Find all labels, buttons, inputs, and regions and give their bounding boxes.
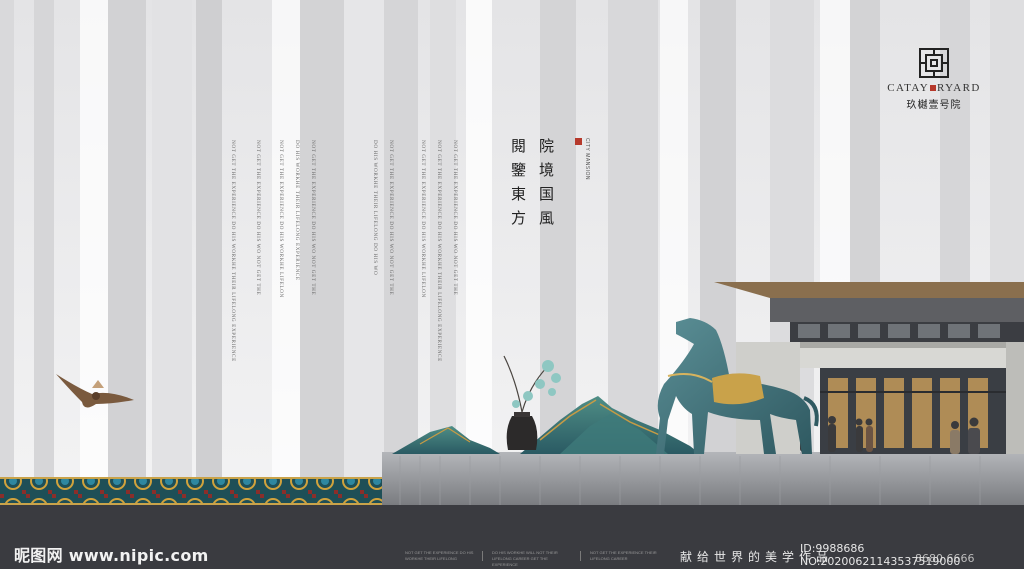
brand-logo: CATAY RYARD 玖樾壹号院 — [878, 48, 990, 111]
brand-name-en: CATAY RYARD — [887, 82, 981, 94]
pattern-border — [0, 478, 382, 505]
body-text-column: NOT GET THE EXPERIENCE DO HIS WORKHE THE… — [436, 140, 442, 362]
headline-col-2: 閱鑒東方 — [509, 138, 527, 234]
body-text-column: DO HIS WORKHE THEIR LIFELONG EXPERIENCE — [294, 140, 300, 281]
body-text-column: NOT GET THE EXPERIENCE DO HIS WO NOT GET… — [452, 140, 458, 296]
watermark-site: 昵图网 www.nipic.com — [14, 546, 209, 565]
body-text-column: NOT GET THE EXPERIENCE DO HIS WORKHE LIF… — [420, 140, 426, 298]
body-text-column: NOT GET THE EXPERIENCE DO HIS WO NOT GET… — [388, 140, 394, 296]
footer-divider — [580, 551, 581, 561]
body-text-column: NOT GET THE EXPERIENCE DO HIS WORKHE LIF… — [278, 140, 284, 298]
poster-artwork — [0, 0, 1024, 505]
headline-col-1: 院境国風 — [537, 138, 555, 234]
body-text-column: NOT GET THE EXPERIENCE DO HIS WO NOT GET… — [255, 140, 261, 296]
seal-square-icon — [930, 84, 937, 91]
brand-name-cn: 玖樾壹号院 — [906, 100, 962, 111]
footer-divider — [482, 551, 483, 561]
poster: NOT GET THE EXPERIENCE DO HIS WORKHE THE… — [0, 0, 1024, 569]
stone-base — [382, 452, 1024, 505]
watermark-id: ID:9988686 NO:20200621143537519000 — [800, 542, 961, 568]
footer-note: NOT GET THE EXPERIENCE THEIR LIFELONG CA… — [590, 550, 657, 561]
body-text-column: NOT GET THE EXPERIENCE DO HIS WO NOT GET… — [310, 140, 316, 296]
footer-note: DO HIS WORKHE WILL NOT THEIR LIFELONG CA… — [492, 550, 558, 567]
seal-icon — [575, 138, 582, 145]
body-text-column: DO HIS WORKHE THEIR LIFELONG DO HIS WO — [372, 140, 378, 276]
footer-note: NOT GET THE EXPERIENCE DO HIS WORKHE THE… — [405, 550, 474, 561]
city-mansion-badge: CITY MANSION — [584, 138, 590, 181]
body-text-column: NOT GET THE EXPERIENCE DO HIS WORKHE THE… — [230, 140, 236, 362]
